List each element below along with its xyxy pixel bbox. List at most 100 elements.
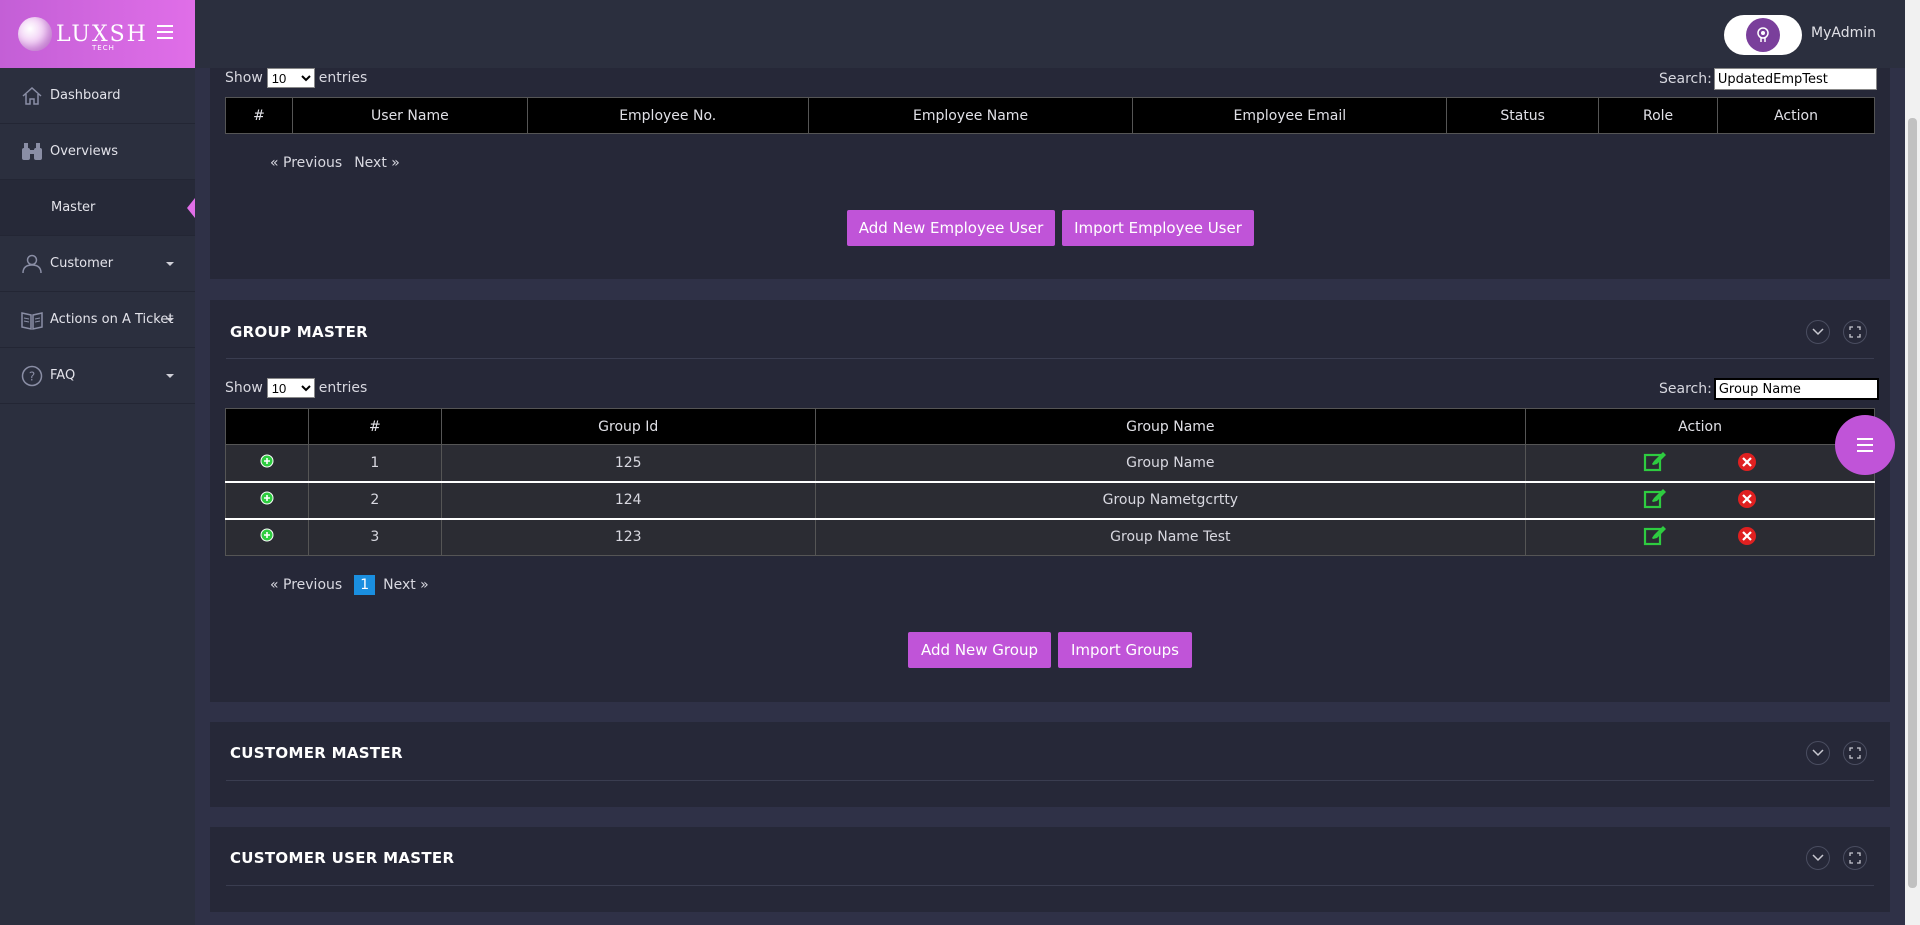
sidebar-item-dashboard[interactable]: Dashboard xyxy=(0,68,195,124)
group-name: Group Name xyxy=(814,444,1527,483)
next-page-link[interactable]: Next » xyxy=(383,577,429,593)
group-id: 125 xyxy=(440,444,816,483)
scrollbar-thumb[interactable] xyxy=(1908,118,1917,888)
delete-icon[interactable] xyxy=(1737,489,1757,509)
customer-master-panel: CUSTOMER MASTER xyxy=(210,722,1890,807)
binoculars-icon xyxy=(20,141,44,163)
column-header[interactable]: Group Name xyxy=(814,408,1527,445)
table-header-row: # Group Id Group Name Action xyxy=(225,408,1875,445)
brand-logo-icon xyxy=(18,17,52,51)
row-number: 3 xyxy=(307,518,442,556)
entries-label: entries xyxy=(318,380,368,396)
top-bar xyxy=(195,0,1905,68)
panel-title: CUSTOMER USER MASTER xyxy=(230,849,455,867)
search-label: Search: xyxy=(1659,71,1712,87)
sidebar-item-master[interactable]: Master xyxy=(0,180,195,236)
brand-subtitle: TECH xyxy=(92,44,115,52)
column-header[interactable]: Employee Name xyxy=(807,97,1134,134)
edit-icon[interactable] xyxy=(1643,450,1667,472)
search-input[interactable] xyxy=(1713,378,1879,400)
page-size-select[interactable]: 10 xyxy=(266,378,315,398)
collapse-button[interactable] xyxy=(1806,846,1830,870)
brand-header: LUXSH TECH xyxy=(0,0,195,68)
page-number-current[interactable]: 1 xyxy=(354,575,376,595)
avatar-icon xyxy=(1746,18,1780,52)
column-header[interactable]: Action xyxy=(1525,408,1875,445)
table-header-row: # User Name Employee No. Employee Name E… xyxy=(225,97,1875,134)
add-group-button[interactable]: Add New Group xyxy=(908,632,1051,668)
panel-title: GROUP MASTER xyxy=(230,323,368,341)
group-master-panel: GROUP MASTER Show 10 entries Search: # G… xyxy=(210,300,1890,702)
sidebar-item-faq[interactable]: ? FAQ xyxy=(0,348,195,404)
fullscreen-button[interactable] xyxy=(1843,846,1867,870)
column-header[interactable]: Employee No. xyxy=(526,97,809,134)
expand-row-cell[interactable] xyxy=(225,518,309,556)
search-input[interactable] xyxy=(1713,68,1877,90)
column-header[interactable] xyxy=(225,408,309,445)
plus-circle-icon[interactable] xyxy=(260,491,274,505)
user-icon xyxy=(20,253,44,275)
page-scrollbar[interactable] xyxy=(1905,0,1920,925)
group-id: 124 xyxy=(440,481,816,520)
plus-circle-icon[interactable] xyxy=(260,454,274,468)
column-header[interactable]: Group Id xyxy=(440,408,816,445)
column-header[interactable]: Role xyxy=(1598,97,1719,134)
brand-name: LUXSH xyxy=(56,21,148,47)
expand-row-cell[interactable] xyxy=(225,444,309,483)
employee-user-panel: Show 10 entries Search: # User Name Empl… xyxy=(210,68,1890,279)
sidebar-item-overviews[interactable]: Overviews xyxy=(0,124,195,180)
previous-page-link[interactable]: « Previous xyxy=(270,155,342,171)
show-label: Show xyxy=(225,380,263,396)
user-menu-button[interactable] xyxy=(1724,15,1802,55)
fullscreen-button[interactable] xyxy=(1843,741,1867,765)
group-table: # Group Id Group Name Action 1 125 Group… xyxy=(225,408,1875,556)
sidebar-toggle-icon[interactable] xyxy=(157,25,173,39)
expand-row-cell[interactable] xyxy=(225,481,309,520)
column-header[interactable]: Status xyxy=(1446,97,1600,134)
column-header[interactable]: # xyxy=(225,97,293,134)
page-size-select[interactable]: 10 xyxy=(266,68,315,88)
import-groups-button[interactable]: Import Groups xyxy=(1058,632,1192,668)
plus-circle-icon[interactable] xyxy=(260,528,274,542)
edit-icon[interactable] xyxy=(1643,524,1667,546)
column-header[interactable]: User Name xyxy=(291,97,528,134)
search-label: Search: xyxy=(1659,381,1712,397)
row-actions xyxy=(1525,518,1875,556)
page-size-control: Show 10 entries xyxy=(225,378,367,398)
add-employee-user-button[interactable]: Add New Employee User xyxy=(847,210,1055,246)
next-page-link[interactable]: Next » xyxy=(354,155,400,171)
edit-icon[interactable] xyxy=(1643,487,1667,509)
help-icon: ? xyxy=(20,365,44,387)
expand-icon xyxy=(1849,326,1861,338)
search-control: Search: xyxy=(1659,68,1877,90)
sidebar-item-label: Actions on A Ticket xyxy=(50,312,174,327)
panel-divider xyxy=(226,780,1874,781)
column-header[interactable]: # xyxy=(307,408,442,445)
group-name: Group Name Test xyxy=(814,518,1527,556)
collapse-button[interactable] xyxy=(1806,741,1830,765)
sidebar-item-label: FAQ xyxy=(50,368,76,383)
home-icon xyxy=(20,85,44,107)
sidebar-item-customer[interactable]: Customer xyxy=(0,236,195,292)
chevron-down-icon xyxy=(166,262,174,266)
previous-page-link[interactable]: « Previous xyxy=(270,577,342,593)
floating-menu-button[interactable] xyxy=(1835,415,1895,475)
column-header[interactable]: Employee Email xyxy=(1132,97,1448,134)
user-name[interactable]: MyAdmin xyxy=(1811,25,1876,41)
row-number: 1 xyxy=(307,444,442,483)
column-header[interactable]: Action xyxy=(1717,97,1875,134)
svg-text:?: ? xyxy=(29,369,35,383)
panel-title: CUSTOMER MASTER xyxy=(230,744,403,762)
customer-user-master-panel: CUSTOMER USER MASTER xyxy=(210,827,1890,912)
sidebar-item-actions-on-ticket[interactable]: Actions on A Ticket xyxy=(0,292,195,348)
sidebar-item-label: Dashboard xyxy=(50,88,121,103)
pagination: « Previous Next » xyxy=(270,155,412,171)
collapse-button[interactable] xyxy=(1806,320,1830,344)
row-actions xyxy=(1525,481,1875,520)
panel-divider xyxy=(226,358,1874,359)
delete-icon[interactable] xyxy=(1737,526,1757,546)
import-employee-user-button[interactable]: Import Employee User xyxy=(1062,210,1254,246)
expand-icon xyxy=(1849,747,1861,759)
delete-icon[interactable] xyxy=(1737,452,1757,472)
fullscreen-button[interactable] xyxy=(1843,320,1867,344)
